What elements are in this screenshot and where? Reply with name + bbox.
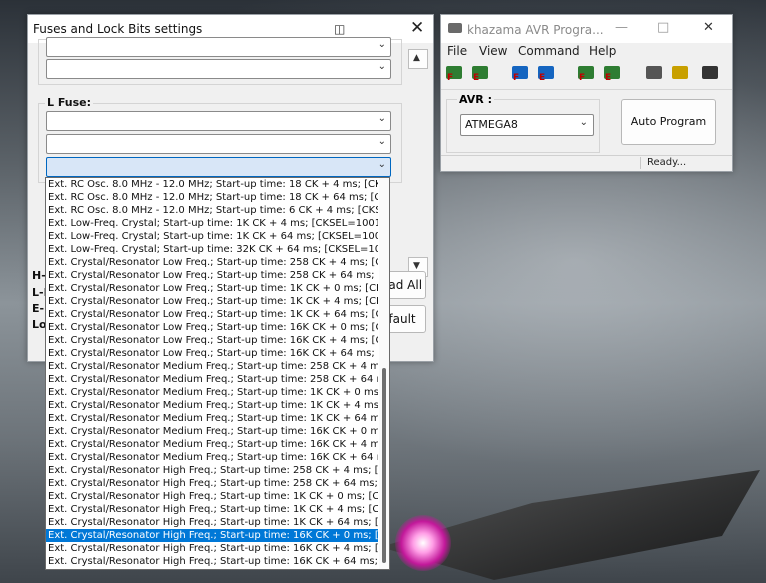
toolbar-letter: E [605, 73, 612, 83]
dropdown-option[interactable]: Ext. Crystal/Resonator Medium Freq.; Sta… [46, 438, 378, 451]
dropdown-option[interactable]: Ext. Crystal/Resonator Medium Freq.; Sta… [46, 386, 378, 399]
dropdown-option[interactable]: Ext. RC Osc. 8.0 MHz - 12.0 MHz; Start-u… [46, 191, 378, 204]
l-fuse-label: L Fuse: [45, 96, 94, 109]
dropdown-option[interactable]: Ext. Crystal/Resonator Low Freq.; Start-… [46, 347, 378, 360]
menu-command[interactable]: Command [518, 44, 580, 58]
dropdown-option[interactable]: Ext. Crystal/Resonator Low Freq.; Start-… [46, 308, 378, 321]
lock-icon[interactable] [671, 64, 691, 84]
toolbar-letter: E [539, 73, 546, 83]
dropdown-option[interactable]: Ext. Low-Freq. Crystal; Start-up time: 1… [46, 230, 378, 243]
dropdown-option[interactable]: Ext. Crystal/Resonator Low Freq.; Start-… [46, 321, 378, 334]
dropdown-option[interactable]: Ext. Crystal/Resonator Medium Freq.; Sta… [46, 399, 378, 412]
dropdown-option[interactable]: Ext. Crystal/Resonator High Freq.; Start… [46, 555, 378, 568]
dropdown-option[interactable]: Ext. Crystal/Resonator Medium Freq.; Sta… [46, 373, 378, 386]
dialog-scrollbar[interactable]: ▲ ▼ [408, 45, 428, 281]
l-fuse-combo-1[interactable]: ⌄ [46, 111, 391, 131]
avr-value: ATMEGA8 [465, 118, 518, 131]
dropdown-option[interactable]: Ext. Crystal/Resonator Medium Freq.; Sta… [46, 451, 378, 464]
menu-file[interactable]: File [447, 44, 467, 58]
h-fuse-combo-2[interactable]: ⌄ [46, 59, 391, 79]
avr-select[interactable]: ATMEGA8 ⌄ [460, 114, 594, 136]
dropdown-option[interactable]: Ext. Crystal/Resonator High Freq.; Start… [46, 477, 378, 490]
l-fuse-combo-2[interactable]: ⌄ [46, 134, 391, 154]
dropdown-option[interactable]: Ext. Crystal/Resonator Medium Freq.; Sta… [46, 412, 378, 425]
chevron-down-icon: ⌄ [377, 61, 386, 72]
lock-icon-glyph [672, 66, 688, 79]
l-fuse-dropdown-list[interactable]: Ext. RC Osc. 8.0 MHz - 12.0 MHz; Start-u… [45, 177, 390, 570]
toolbar-letter: F [579, 73, 586, 83]
dropdown-option[interactable]: Ext. Crystal/Resonator Medium Freq.; Sta… [46, 425, 378, 438]
dropdown-option[interactable]: Ext. Crystal/Resonator Low Freq.; Start-… [46, 295, 378, 308]
avr-group: AVR : ATMEGA8 ⌄ [446, 93, 600, 153]
scroll-up-button[interactable]: ▲ [408, 49, 428, 69]
status-bar: Ready... [441, 155, 732, 171]
pin-icon[interactable] [701, 64, 721, 84]
dropdown-option[interactable]: Ext. Crystal/Resonator High Freq.; Start… [46, 529, 378, 542]
khazama-title-bar[interactable]: khazama AVR Progra... — □ ✕ [441, 15, 732, 43]
dropdown-option[interactable]: Ext. Crystal/Resonator High Freq.; Start… [46, 464, 378, 477]
fuses-title: Fuses and Lock Bits settings [33, 22, 203, 36]
chevron-down-icon: ⌄ [579, 117, 588, 128]
khazama-title: khazama AVR Progra... [467, 23, 604, 37]
read-flash-icon[interactable]: F [445, 64, 465, 84]
erase-icon[interactable] [645, 64, 665, 84]
chip-icon [448, 23, 462, 33]
chevron-down-icon: ⌄ [377, 159, 386, 170]
dropdown-option[interactable]: Ext. Crystal/Resonator High Freq.; Start… [46, 542, 378, 555]
arrow-up-icon: ▲ [413, 53, 420, 63]
status-panel-progress [443, 157, 641, 169]
wallpaper-engine-glow [395, 515, 451, 571]
dropdown-option[interactable]: Ext. Crystal/Resonator Low Freq.; Start-… [46, 282, 378, 295]
dropdown-scrollbar[interactable] [379, 178, 389, 569]
dropdown-option[interactable]: Ext. Crystal/Resonator Low Freq.; Start-… [46, 334, 378, 347]
dropdown-option[interactable]: Ext. Crystal/Resonator Low Freq.; Start-… [46, 269, 378, 282]
menu-view[interactable]: View [479, 44, 507, 58]
h-fuse-combo-1[interactable]: ⌄ [46, 37, 391, 57]
program-eeprom-icon[interactable]: E [603, 64, 623, 84]
minimize-icon[interactable]: — [615, 20, 628, 35]
status-text: Ready... [647, 157, 687, 168]
auto-program-button[interactable]: Auto Program [621, 99, 716, 145]
dropdown-option[interactable]: Ext. Crystal/Resonator Medium Freq.; Sta… [46, 360, 378, 373]
chevron-down-icon: ⌄ [377, 39, 386, 50]
dropdown-scroll-thumb[interactable] [382, 368, 386, 563]
dropdown-option[interactable]: Ext. RC Osc. 8.0 MHz - 12.0 MHz; Start-u… [46, 204, 378, 217]
dropdown-option[interactable]: Ext. Low-Freq. Crystal; Start-up time: 1… [46, 217, 378, 230]
write-flash-icon[interactable]: E [471, 64, 491, 84]
l-fuse-combo-3[interactable]: ⌄ [46, 157, 391, 177]
erase-icon-glyph [646, 66, 662, 79]
toolbar-letter: E [473, 73, 480, 83]
khazama-window: khazama AVR Progra... — □ ✕ File View Co… [440, 14, 733, 172]
chevron-down-icon: ⌄ [377, 113, 386, 124]
dropdown-option[interactable]: Ext. Crystal/Resonator High Freq.; Start… [46, 516, 378, 529]
close-icon[interactable]: ✕ [703, 20, 714, 35]
dropdown-option[interactable]: Ext. RC Osc. 8.0 MHz - 12.0 MHz; Start-u… [46, 178, 378, 191]
menu-help[interactable]: Help [589, 44, 616, 58]
verify-flash-icon[interactable]: F [511, 64, 531, 84]
side-label-h: H- [32, 269, 46, 282]
toolbar-letter: F [447, 73, 454, 83]
avr-label: AVR : [457, 93, 494, 106]
toolbar-letter: F [513, 73, 520, 83]
auto-program-label: Auto Program [630, 115, 707, 128]
pin-icon-glyph [702, 66, 718, 79]
dropdown-option[interactable]: Ext. Crystal/Resonator High Freq.; Start… [46, 503, 378, 516]
dropdown-option[interactable]: Ext. Crystal/Resonator Low Freq.; Start-… [46, 256, 378, 269]
program-flash-icon[interactable]: F [577, 64, 597, 84]
toolbar: FEFEFE [441, 61, 732, 90]
close-icon[interactable]: ✕ [410, 18, 424, 38]
maximize-icon[interactable]: □ [657, 20, 669, 35]
dropdown-option[interactable]: Ext. Crystal/Resonator High Freq.; Start… [46, 490, 378, 503]
dropdown-items: Ext. RC Osc. 8.0 MHz - 12.0 MHz; Start-u… [46, 178, 378, 568]
window-pin-icon[interactable]: ◫ [334, 22, 345, 36]
verify-eeprom-icon[interactable]: E [537, 64, 557, 84]
chevron-down-icon: ⌄ [377, 136, 386, 147]
arrow-down-icon: ▼ [413, 261, 420, 271]
dropdown-option[interactable]: Ext. Low-Freq. Crystal; Start-up time: 3… [46, 243, 378, 256]
menu-bar: File View Command Help [441, 43, 732, 61]
